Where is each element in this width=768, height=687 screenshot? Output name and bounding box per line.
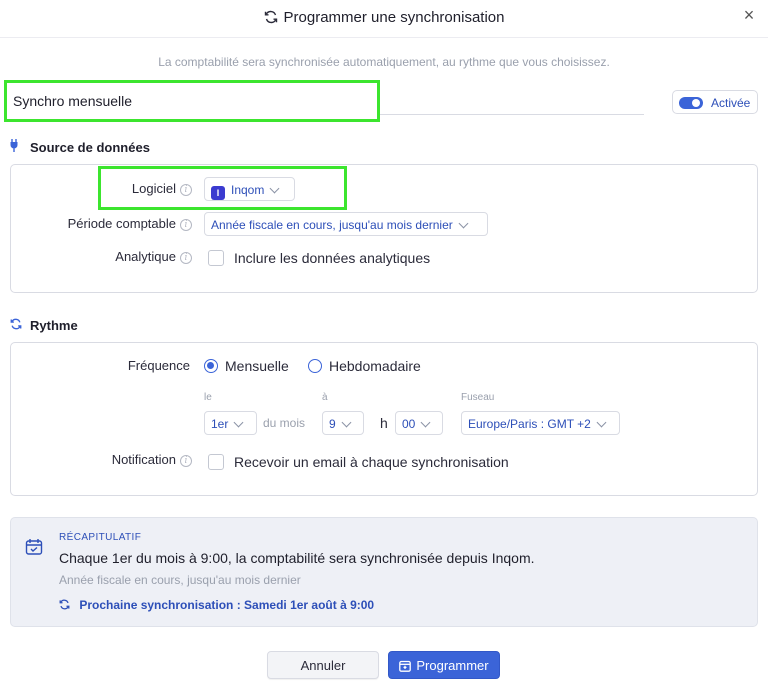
timezone-value: Europe/Paris : GMT +2 (468, 417, 591, 431)
dialog-header: Programmer une synchronisation × (0, 0, 768, 38)
chevron-down-icon (233, 417, 244, 428)
periode-select[interactable]: Année fiscale en cours, jusqu'au mois de… (204, 212, 488, 236)
name-underline (380, 114, 644, 115)
summary-next-text: Prochaine synchronisation : Samedi 1er a… (79, 598, 375, 612)
chevron-down-icon (458, 218, 469, 229)
analytique-row-label: Analytique i (115, 249, 192, 264)
info-icon[interactable]: i (180, 455, 192, 467)
source-section-title: Source de données (10, 139, 150, 155)
radio-hebdomadaire[interactable] (308, 359, 322, 373)
chevron-down-icon (341, 417, 352, 428)
sync-icon (59, 598, 73, 612)
chevron-down-icon (269, 183, 280, 194)
plug-icon (10, 139, 24, 155)
summary-main-text: Chaque 1er du mois à 9:00, la comptabili… (59, 550, 535, 566)
hour-select[interactable]: 9 (322, 411, 364, 435)
sync-icon (264, 10, 278, 28)
active-toggle[interactable]: Activée (672, 90, 758, 114)
day-value: 1er (211, 417, 229, 431)
timezone-select[interactable]: Europe/Paris : GMT +2 (461, 411, 620, 435)
periode-label: Période comptable (67, 216, 176, 231)
source-section-label: Source de données (30, 140, 150, 155)
logiciel-select[interactable]: I Inqom (204, 177, 295, 201)
notification-row-label: Notification i (112, 452, 192, 467)
logiciel-row-label: Logiciel i (132, 181, 192, 196)
radio-hebdomadaire-label: Hebdomadaire (329, 358, 421, 374)
hour-value: 9 (329, 417, 336, 431)
info-icon[interactable]: i (180, 184, 192, 196)
le-label: le (204, 392, 212, 403)
sync-icon (10, 318, 24, 333)
logiciel-label: Logiciel (131, 181, 176, 196)
summary-panel: RÉCAPITULATIF Chaque 1er du mois à 9:00,… (10, 517, 758, 627)
analytique-checkbox[interactable] (208, 250, 224, 266)
toggle-knob (692, 99, 700, 107)
logiciel-value: Inqom (231, 183, 265, 197)
chevron-down-icon (596, 417, 607, 428)
minute-select[interactable]: 00 (395, 411, 443, 435)
close-icon[interactable]: × (738, 4, 760, 26)
frequence-label: Fréquence (127, 358, 190, 373)
chevron-down-icon (420, 417, 431, 428)
periode-value: Année fiscale en cours, jusqu'au mois de… (211, 218, 453, 232)
notification-label: Notification (111, 452, 176, 467)
a-label: à (322, 392, 328, 403)
analytique-label: Analytique (115, 249, 176, 264)
schedule-button[interactable]: Programmer (388, 651, 500, 679)
hour-separator: h (380, 415, 388, 431)
inqom-logo-icon: I (211, 186, 225, 200)
calendar-check-icon (25, 538, 43, 556)
dialog-subtitle: La comptabilité sera synchronisée automa… (158, 55, 610, 69)
cancel-button[interactable]: Annuler (267, 651, 379, 679)
toggle-label: Activée (711, 96, 751, 110)
summary-next-sync: Prochaine synchronisation : Samedi 1er a… (59, 598, 374, 612)
notification-checkbox-label: Recevoir un email à chaque synchronisati… (234, 454, 509, 470)
rythme-section-title: Rythme (10, 318, 78, 333)
radio-mensuelle[interactable] (204, 359, 218, 373)
dialog-title-text: Programmer une synchronisation (283, 9, 505, 26)
schedule-icon (399, 654, 412, 682)
day-select[interactable]: 1er (204, 411, 257, 435)
periode-row-label: Période comptable i (68, 216, 192, 231)
fuseau-label: Fuseau (461, 392, 495, 403)
notification-checkbox[interactable] (208, 454, 224, 470)
schedule-button-label: Programmer (416, 658, 489, 673)
radio-mensuelle-label: Mensuelle (225, 358, 289, 374)
summary-heading: RÉCAPITULATIF (59, 532, 142, 543)
minute-value: 00 (402, 417, 416, 431)
analytique-checkbox-label: Inclure les données analytiques (234, 250, 431, 266)
rythme-section-label: Rythme (30, 318, 78, 333)
dialog-title: Programmer une synchronisation (0, 9, 768, 28)
summary-sub-text: Année fiscale en cours, jusqu'au mois de… (59, 573, 301, 587)
sync-name-input[interactable] (4, 80, 380, 122)
du-mois-text: du mois (263, 416, 306, 430)
info-icon[interactable]: i (180, 219, 192, 231)
info-icon[interactable]: i (180, 252, 192, 264)
